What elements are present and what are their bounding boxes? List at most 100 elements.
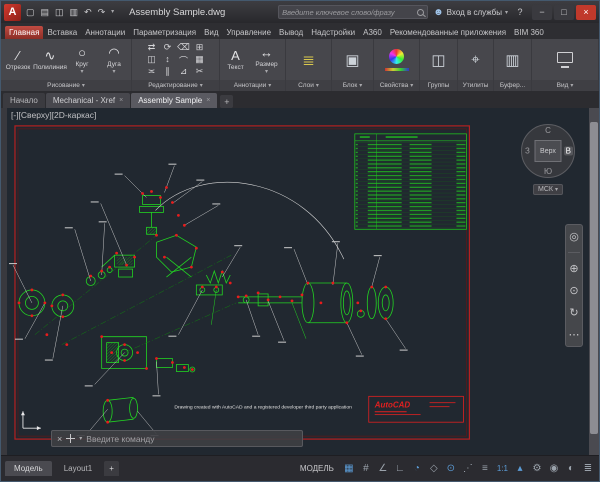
ribbon-tab-parametric[interactable]: Параметризация xyxy=(129,26,200,39)
array-icon[interactable]: ▦ xyxy=(192,54,208,66)
annotation-monitor-icon[interactable]: ◉ xyxy=(547,463,561,474)
vertical-scrollbar[interactable] xyxy=(589,108,599,455)
panel-clipboard-footer[interactable]: Буфер... xyxy=(494,80,531,91)
infer-constraints-icon[interactable]: ∠ xyxy=(376,463,390,474)
command-close-icon[interactable]: × xyxy=(57,434,62,444)
dimension-tool[interactable]: ↔ Размер ▾ xyxy=(251,45,283,75)
viewport-controls[interactable]: [-][Сверху][2D-каркас] xyxy=(11,110,96,120)
mirror-icon[interactable]: ◫ xyxy=(144,54,160,66)
ribbon-tab-bim360[interactable]: BIM 360 xyxy=(510,26,548,39)
viewcube-north[interactable]: С xyxy=(545,126,551,135)
groups-icon[interactable]: ◫ xyxy=(431,51,445,69)
trim-icon[interactable]: ⊿ xyxy=(176,66,192,78)
file-tab-xref-close-icon[interactable]: × xyxy=(119,97,123,104)
stretch-icon[interactable]: ↕ xyxy=(160,54,176,66)
viewcube-top-face[interactable]: Верх xyxy=(535,140,562,162)
panel-block-footer[interactable]: Блок ▾ xyxy=(332,80,373,91)
new-icon[interactable]: ▢ xyxy=(26,5,35,19)
command-input[interactable] xyxy=(86,434,297,444)
maximize-button[interactable]: □ xyxy=(554,5,574,20)
new-file-tab-button[interactable]: + xyxy=(220,95,233,108)
redo-icon[interactable]: ↷ xyxy=(98,5,106,19)
utilities-icon[interactable]: ⌖ xyxy=(471,51,479,68)
navbar-more-icon[interactable]: ⋯ xyxy=(569,328,580,341)
ribbon-tab-addins[interactable]: Надстройки xyxy=(307,26,359,39)
text-tool[interactable]: A Текст xyxy=(223,48,249,71)
isolate-objects-icon[interactable]: ◐ xyxy=(564,463,578,474)
app-logo-button[interactable]: A xyxy=(4,4,21,21)
viewcube-west[interactable]: З xyxy=(525,147,530,156)
file-tab-assembly-close-icon[interactable]: × xyxy=(206,97,210,104)
layers-icon[interactable]: ≣ xyxy=(302,51,315,69)
clipboard-icon[interactable]: ▥ xyxy=(505,51,519,69)
panel-layers-footer[interactable]: Слои ▾ xyxy=(286,80,331,91)
minimize-button[interactable]: − xyxy=(532,5,552,20)
command-caret-down-icon[interactable]: ▾ xyxy=(79,435,82,442)
search-icon[interactable] xyxy=(417,9,424,16)
arc-tool[interactable]: ◠ Дуга ▾ xyxy=(99,45,129,75)
ribbon-tab-view[interactable]: Вид xyxy=(200,26,222,39)
pan-icon[interactable]: ⊕ xyxy=(569,262,578,275)
panel-utilities-footer[interactable]: Утилиты xyxy=(458,80,493,91)
panel-draw-footer[interactable]: Рисование ▾ xyxy=(1,80,131,91)
zoom-icon[interactable]: ⊙ xyxy=(569,284,578,297)
file-tab-assembly-sample[interactable]: Assembly Sample × xyxy=(131,93,217,108)
line-tool[interactable]: ∕ Отрезок xyxy=(3,48,33,71)
qat-caret-down-icon[interactable]: ▾ xyxy=(111,5,114,19)
search-input[interactable] xyxy=(282,8,414,17)
close-button[interactable]: × xyxy=(576,5,596,20)
ribbon-tab-annotate[interactable]: Аннотации xyxy=(81,26,129,39)
move-icon[interactable]: ⇄ xyxy=(144,42,160,54)
ribbon-tab-output[interactable]: Вывод xyxy=(275,26,307,39)
color-bar-icon[interactable] xyxy=(385,68,409,71)
ribbon-tab-a360[interactable]: A360 xyxy=(359,26,386,39)
copy-icon[interactable]: ⊞ xyxy=(192,42,208,54)
workspace-gear-icon[interactable]: ⚙ xyxy=(530,463,544,474)
panel-properties-footer[interactable]: Свойства ▾ xyxy=(374,80,419,91)
ribbon-tab-insert[interactable]: Вставка xyxy=(43,26,81,39)
file-tab-mechanical-xref[interactable]: Mechanical - Xref × xyxy=(46,93,130,108)
undo-icon[interactable]: ↶ xyxy=(84,5,92,19)
save-icon[interactable]: ◫ xyxy=(55,5,64,19)
navigation-wheel-icon[interactable]: ◎ xyxy=(569,230,579,243)
scale-icon[interactable]: ✂ xyxy=(192,66,208,78)
annotation-scale-button[interactable]: 1:1 xyxy=(495,464,510,473)
ucs-selector-button[interactable]: МСК ▾ xyxy=(533,184,563,195)
osnap-toggle-icon[interactable]: ⊙ xyxy=(444,463,458,474)
snap-toggle-icon[interactable]: # xyxy=(359,463,373,474)
fillet-icon[interactable]: ⌒ xyxy=(176,54,192,66)
polyline-tool[interactable]: ∿ Полилиния xyxy=(35,48,65,71)
ortho-toggle-icon[interactable]: ∟ xyxy=(393,463,407,474)
isodraft-icon[interactable]: ◇ xyxy=(427,463,441,474)
open-icon[interactable]: ▤ xyxy=(41,5,50,19)
circle-tool[interactable]: ○ Круг ▾ xyxy=(67,45,97,75)
ribbon-tab-manage[interactable]: Управление xyxy=(223,26,275,39)
model-tab[interactable]: Модель xyxy=(5,461,52,476)
scrollbar-thumb[interactable] xyxy=(590,122,598,434)
help-button[interactable]: ? xyxy=(513,5,527,20)
rotate-icon[interactable]: ⟳ xyxy=(160,42,176,54)
add-layout-button[interactable]: + xyxy=(104,461,119,476)
orbit-icon[interactable]: ↻ xyxy=(569,306,578,319)
plot-icon[interactable]: ▥ xyxy=(70,5,79,19)
view-monitor-icon[interactable] xyxy=(557,52,573,63)
panel-modify-footer[interactable]: Редактирование ▾ xyxy=(132,80,219,91)
grid-toggle-icon[interactable]: ▦ xyxy=(342,463,356,474)
explode-icon[interactable]: ∥ xyxy=(160,66,176,78)
panel-view-footer[interactable]: Вид ▾ xyxy=(532,80,598,91)
annotation-visibility-icon[interactable]: ▴ xyxy=(513,463,527,474)
erase-icon[interactable]: ⌫ xyxy=(176,42,192,54)
panel-annotate-footer[interactable]: Аннотации ▾ xyxy=(220,80,285,91)
block-icon[interactable]: ▣ xyxy=(345,51,359,69)
ribbon-tab-featured-apps[interactable]: Рекомендованные приложения xyxy=(386,26,510,39)
viewcube-south[interactable]: Ю xyxy=(544,167,552,176)
lineweight-toggle-icon[interactable]: ≡ xyxy=(478,463,492,474)
offset-icon[interactable]: ≍ xyxy=(144,66,160,78)
polar-tracking-icon[interactable]: ◔ xyxy=(410,463,424,474)
layout1-tab[interactable]: Layout1 xyxy=(55,461,101,476)
viewcube-ring[interactable]: С Ю З В Верх xyxy=(521,124,575,178)
otrack-toggle-icon[interactable]: ⋰ xyxy=(461,463,475,474)
file-tab-start[interactable]: Начало xyxy=(3,93,45,108)
color-wheel-icon[interactable] xyxy=(389,49,404,64)
panel-groups-footer[interactable]: Группы xyxy=(420,80,457,91)
